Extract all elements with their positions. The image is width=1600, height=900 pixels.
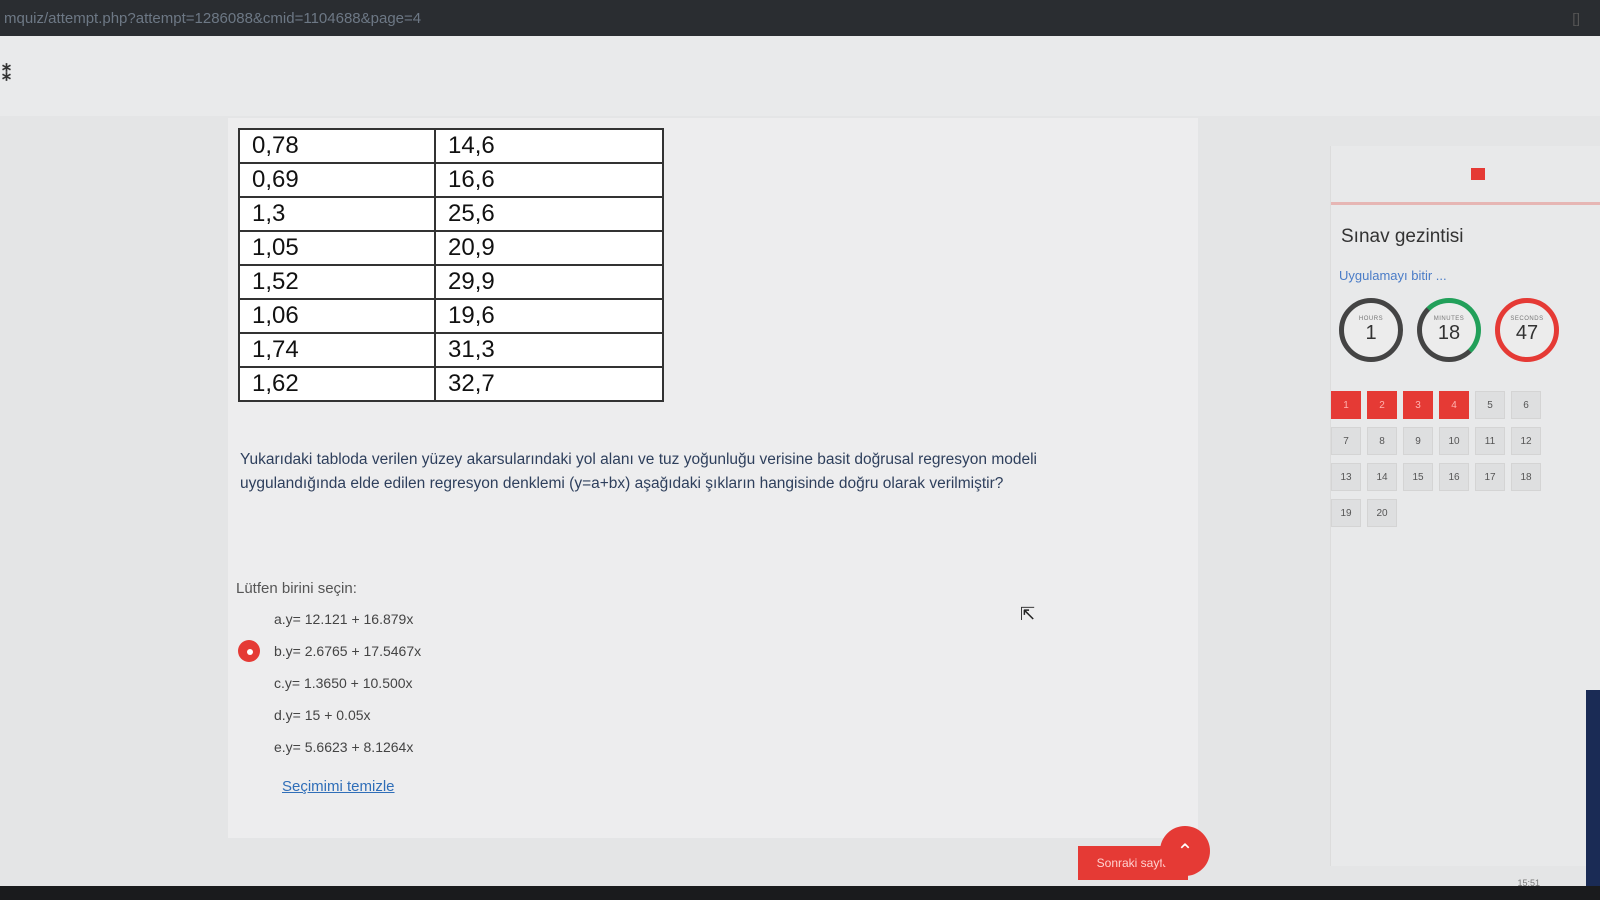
- question-nav-button[interactable]: 2: [1367, 391, 1397, 419]
- radio-button[interactable]: [238, 640, 260, 662]
- table-cell-y: 25,6: [434, 196, 664, 232]
- table-row: 1,74 31,3: [238, 332, 664, 368]
- question-nav-button[interactable]: 15: [1403, 463, 1433, 491]
- timer-minutes-value: 18: [1437, 322, 1461, 344]
- question-card: 0,78 14,6 0,69 16,6 1,3 25,6 1,05 20,9 1,52 29,9 1…: [228, 118, 1198, 838]
- table-cell-y: 29,9: [434, 264, 664, 300]
- question-nav-button[interactable]: 12: [1511, 427, 1541, 455]
- clear-selection-link[interactable]: Seçimimi temizle: [282, 778, 395, 795]
- question-nav-button[interactable]: 19: [1331, 499, 1361, 527]
- taskbar: [0, 886, 1600, 900]
- answer-option[interactable]: c.y= 1.3650 + 10.500x: [238, 667, 421, 699]
- question-nav-button[interactable]: 16: [1439, 463, 1469, 491]
- table-row: 1,05 20,9: [238, 230, 664, 266]
- question-nav-button[interactable]: 17: [1475, 463, 1505, 491]
- question-nav-button[interactable]: 7: [1331, 427, 1361, 455]
- table-cell-x: 1,74: [238, 332, 436, 368]
- answer-option[interactable]: a.y= 12.121 + 16.879x: [238, 603, 421, 635]
- page-viewport: ⁑ 0,78 14,6 0,69 16,6 1,3 25,6 1,05 20,9 1,52 29,…: [0, 36, 1600, 886]
- question-nav-button[interactable]: 6: [1511, 391, 1541, 419]
- timer-minutes: MINUTES 18: [1417, 298, 1481, 362]
- browser-address-bar[interactable]: mquiz/attempt.php?attempt=1286088&cmid=1…: [0, 0, 1600, 36]
- table-cell-y: 19,6: [434, 298, 664, 334]
- question-nav-button[interactable]: 13: [1331, 463, 1361, 491]
- table-row: 1,06 19,6: [238, 298, 664, 334]
- table-row: 1,3 25,6: [238, 196, 664, 232]
- question-nav-button[interactable]: 11: [1475, 427, 1505, 455]
- question-number-grid: 1 2 3 4 5 6 7 8 9 10 11 12 13 14 15 16 17 18 19 20: [1331, 391, 1541, 527]
- timer-seconds: SECONDS 47: [1495, 298, 1559, 362]
- table-row: 0,78 14,6: [238, 128, 664, 164]
- question-nav-button[interactable]: 5: [1475, 391, 1505, 419]
- quiz-navigation-title: Sınav gezintisi: [1341, 226, 1464, 247]
- data-table: 0,78 14,6 0,69 16,6 1,3 25,6 1,05 20,9 1,52 29,9 1…: [238, 128, 664, 402]
- answer-option[interactable]: d.y= 15 + 0.05x: [238, 699, 421, 731]
- table-cell-y: 20,9: [434, 230, 664, 266]
- desktop-edge: [1586, 690, 1600, 886]
- flag-icon[interactable]: [1471, 168, 1485, 180]
- timer-hours: HOURS 1: [1339, 298, 1403, 362]
- radio-button[interactable]: [238, 608, 260, 630]
- url-text: mquiz/attempt.php?attempt=1286088&cmid=1…: [4, 10, 422, 27]
- question-nav-button[interactable]: 18: [1511, 463, 1541, 491]
- answer-option[interactable]: e.y= 5.6623 + 8.1264x: [238, 731, 421, 763]
- quiz-navigation-panel: Sınav gezintisi Uygulamayı bitir ... HOU…: [1330, 146, 1600, 866]
- answer-label: b.y= 2.6765 + 17.5467x: [274, 643, 422, 659]
- table-cell-x: 0,78: [238, 128, 436, 164]
- question-nav-button[interactable]: 1: [1331, 391, 1361, 419]
- answer-option[interactable]: b.y= 2.6765 + 17.5467x: [238, 635, 421, 667]
- table-cell-x: 1,62: [238, 366, 436, 402]
- table-cell-y: 32,7: [434, 366, 664, 402]
- table-row: 1,52 29,9: [238, 264, 664, 300]
- chevron-up-icon[interactable]: ⌃: [1160, 826, 1210, 876]
- radio-button[interactable]: [238, 736, 260, 758]
- radio-button[interactable]: [238, 672, 260, 694]
- table-cell-y: 14,6: [434, 128, 664, 164]
- table-row: 1,62 32,7: [238, 366, 664, 402]
- divider: [1331, 202, 1600, 205]
- question-nav-button[interactable]: 10: [1439, 427, 1469, 455]
- finish-attempt-link[interactable]: Uygulamayı bitir ...: [1339, 268, 1447, 283]
- question-nav-button[interactable]: 8: [1367, 427, 1397, 455]
- answer-label: e.y= 5.6623 + 8.1264x: [274, 739, 414, 755]
- answer-label: c.y= 1.3650 + 10.500x: [274, 675, 413, 691]
- table-cell-x: 1,3: [238, 196, 436, 232]
- table-cell-x: 1,05: [238, 230, 436, 266]
- table-cell-x: 1,52: [238, 264, 436, 300]
- data-table-body: 0,78 14,6 0,69 16,6 1,3 25,6 1,05 20,9 1,52 29,9 1…: [238, 128, 664, 402]
- question-nav-button[interactable]: 9: [1403, 427, 1433, 455]
- question-nav-button[interactable]: 4: [1439, 391, 1469, 419]
- taskbar-clock: 15:51: [1517, 878, 1540, 888]
- radio-button[interactable]: [238, 704, 260, 726]
- table-cell-y: 31,3: [434, 332, 664, 368]
- question-nav-button[interactable]: 3: [1403, 391, 1433, 419]
- table-row: 0,69 16,6: [238, 162, 664, 198]
- question-nav-button[interactable]: 14: [1367, 463, 1397, 491]
- table-cell-x: 0,69: [238, 162, 436, 198]
- answer-prompt: Lütfen birini seçin:: [236, 580, 357, 597]
- table-cell-y: 16,6: [434, 162, 664, 198]
- answer-list: a.y= 12.121 + 16.879x b.y= 2.6765 + 17.54…: [238, 603, 421, 763]
- drawer-toggle-icon[interactable]: ⁑: [2, 64, 11, 85]
- question-text: Yukarıdaki tabloda verilen yüzey akarsul…: [240, 451, 1037, 492]
- timer-seconds-value: 47: [1515, 322, 1539, 344]
- window-maximize-icon[interactable]: []: [1572, 10, 1580, 26]
- question-nav-button[interactable]: 20: [1367, 499, 1397, 527]
- mouse-pointer-icon: ⇱: [1020, 604, 1036, 624]
- table-cell-x: 1,06: [238, 298, 436, 334]
- timer-hours-value: 1: [1365, 322, 1377, 344]
- page-header: [0, 36, 1600, 116]
- answer-label: a.y= 12.121 + 16.879x: [274, 611, 414, 627]
- countdown-timer: HOURS 1 MINUTES 18 SECONDS 47: [1339, 298, 1559, 362]
- answer-label: d.y= 15 + 0.05x: [274, 707, 371, 723]
